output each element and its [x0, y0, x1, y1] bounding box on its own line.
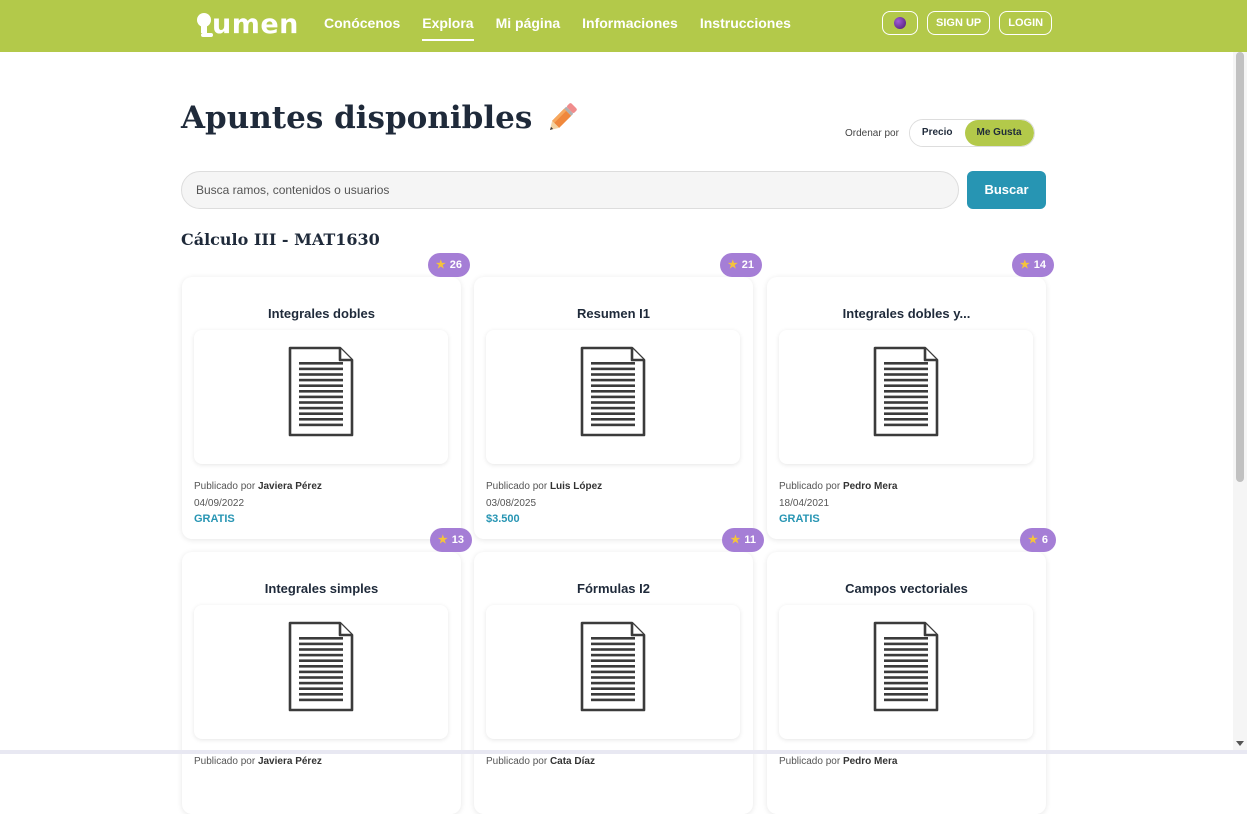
- note-card-title: Integrales simples: [264, 581, 379, 596]
- note-date: 03/08/2025: [486, 498, 537, 509]
- published-prefix: Publicado por: [194, 756, 256, 767]
- star-icon: ★: [727, 259, 738, 271]
- note-card-title: Integrales dobles: [268, 306, 375, 321]
- sort-option-me-gusta[interactable]: Me Gusta: [964, 120, 1034, 146]
- author-name[interactable]: Javiera Pérez: [258, 756, 322, 767]
- note-date: 04/09/2022: [194, 498, 245, 509]
- document-icon: [580, 621, 646, 712]
- document-icon: [873, 346, 939, 437]
- course-section-title: Cálculo III - MAT1630: [181, 230, 380, 249]
- author-name[interactable]: Javiera Pérez: [258, 481, 322, 492]
- published-prefix: Publicado por: [486, 756, 548, 767]
- published-prefix: Publicado por: [486, 481, 548, 492]
- likes-badge: ★ 6: [1020, 528, 1056, 552]
- nav-item-conocenos[interactable]: Conócenos: [324, 0, 400, 52]
- note-author: Publicado por Javiera Pérez: [194, 756, 322, 767]
- note-card[interactable]: Integrales dobles Publicado por Javiera P…: [182, 277, 461, 539]
- note-card[interactable]: Resumen I1 Publicado por Luis López 03/08/…: [474, 277, 753, 539]
- scroll-down-arrow-icon[interactable]: [1236, 741, 1244, 746]
- document-icon: [288, 621, 354, 712]
- note-card-title: Campos vectoriales: [845, 581, 968, 596]
- page-title: Apuntes disponibles: [181, 100, 580, 136]
- nav-item-informaciones[interactable]: Informaciones: [582, 0, 678, 52]
- lightbulb-icon: [197, 11, 213, 37]
- likes-badge: ★ 26: [427, 253, 470, 277]
- pencil-icon: [550, 103, 578, 131]
- author-name[interactable]: Luis López: [550, 481, 602, 492]
- note-price: GRATIS: [194, 513, 235, 525]
- document-icon: [580, 346, 646, 437]
- lumen-logo[interactable]: umen: [197, 6, 299, 42]
- star-icon: ★: [1019, 259, 1030, 271]
- sort-label: Ordenar por: [845, 127, 899, 139]
- note-card[interactable]: Fórmulas I2 Publicado por Cata Díaz: [474, 552, 753, 814]
- sort-toggle-group: Precio Me Gusta: [908, 119, 1035, 147]
- published-prefix: Publicado por: [779, 756, 841, 767]
- top-navbar: umen Conócenos Explora Mi página Informa…: [0, 0, 1247, 52]
- published-prefix: Publicado por: [194, 481, 256, 492]
- note-card-title: Fórmulas I2: [577, 581, 650, 596]
- note-card[interactable]: Integrales simples Publicado por Javiera …: [182, 552, 461, 814]
- page-scrollbar[interactable]: [1233, 52, 1247, 754]
- nav-item-explora[interactable]: Explora: [422, 0, 474, 52]
- scrollbar-thumb[interactable]: [1236, 52, 1244, 482]
- note-card-title: Resumen I1: [577, 306, 650, 321]
- note-price: $3.500: [486, 513, 520, 525]
- published-prefix: Publicado por: [779, 481, 841, 492]
- theme-toggle-button[interactable]: [882, 11, 918, 35]
- likes-badge: ★ 14: [1011, 253, 1054, 277]
- author-name[interactable]: Cata Díaz: [550, 756, 595, 767]
- note-author: Publicado por Cata Díaz: [486, 756, 595, 767]
- search-input[interactable]: [181, 171, 959, 209]
- likes-count: 6: [1041, 534, 1048, 546]
- note-thumbnail[interactable]: [194, 330, 448, 464]
- author-name[interactable]: Pedro Mera: [843, 481, 897, 492]
- note-thumbnail[interactable]: [779, 330, 1033, 464]
- likes-count: 14: [1033, 259, 1046, 271]
- nav-item-mi-pagina[interactable]: Mi página: [496, 0, 561, 52]
- note-author: Publicado por Pedro Mera: [779, 756, 897, 767]
- header-actions: SIGN UP LOGIN: [882, 11, 1053, 35]
- main-nav: Conócenos Explora Mi página Informacione…: [324, 0, 791, 52]
- note-thumbnail[interactable]: [194, 605, 448, 739]
- document-icon: [873, 621, 939, 712]
- likes-count: 26: [449, 259, 462, 271]
- sort-option-precio[interactable]: Precio: [909, 120, 965, 146]
- likes-badge: ★ 21: [719, 253, 762, 277]
- likes-badge: ★ 11: [722, 528, 764, 552]
- note-author: Publicado por Luis López: [486, 481, 602, 492]
- note-author: Publicado por Pedro Mera: [779, 481, 897, 492]
- star-icon: ★: [730, 534, 741, 546]
- likes-badge: ★ 13: [429, 528, 472, 552]
- note-date: 18/04/2021: [779, 498, 830, 509]
- document-icon: [288, 346, 354, 437]
- note-card[interactable]: Campos vectoriales Publicado por Pedro Me…: [767, 552, 1046, 814]
- likes-count: 21: [741, 259, 754, 271]
- logo-text: umen: [212, 8, 299, 40]
- page-bottom-edge: [0, 750, 1247, 754]
- note-thumbnail[interactable]: [486, 605, 740, 739]
- sort-controls: Ordenar por Precio Me Gusta: [845, 119, 1035, 147]
- signup-button[interactable]: SIGN UP: [927, 11, 991, 35]
- page-title-text: Apuntes disponibles: [181, 100, 533, 136]
- note-author: Publicado por Javiera Pérez: [194, 481, 322, 492]
- star-icon: ★: [435, 259, 446, 271]
- star-icon: ★: [437, 534, 448, 546]
- note-card-title: Integrales dobles y...: [842, 306, 971, 321]
- note-thumbnail[interactable]: [779, 605, 1033, 739]
- likes-count: 13: [451, 534, 464, 546]
- search-button[interactable]: Buscar: [967, 171, 1046, 209]
- note-thumbnail[interactable]: [486, 330, 740, 464]
- note-price: GRATIS: [779, 513, 820, 525]
- note-card[interactable]: Integrales dobles y... Publicado por Pedr…: [767, 277, 1046, 539]
- login-button[interactable]: LOGIN: [999, 11, 1053, 35]
- star-icon: ★: [1028, 534, 1038, 546]
- likes-count: 11: [744, 534, 756, 546]
- planet-icon: [894, 17, 906, 29]
- nav-item-instrucciones[interactable]: Instrucciones: [700, 0, 791, 52]
- author-name[interactable]: Pedro Mera: [843, 756, 897, 767]
